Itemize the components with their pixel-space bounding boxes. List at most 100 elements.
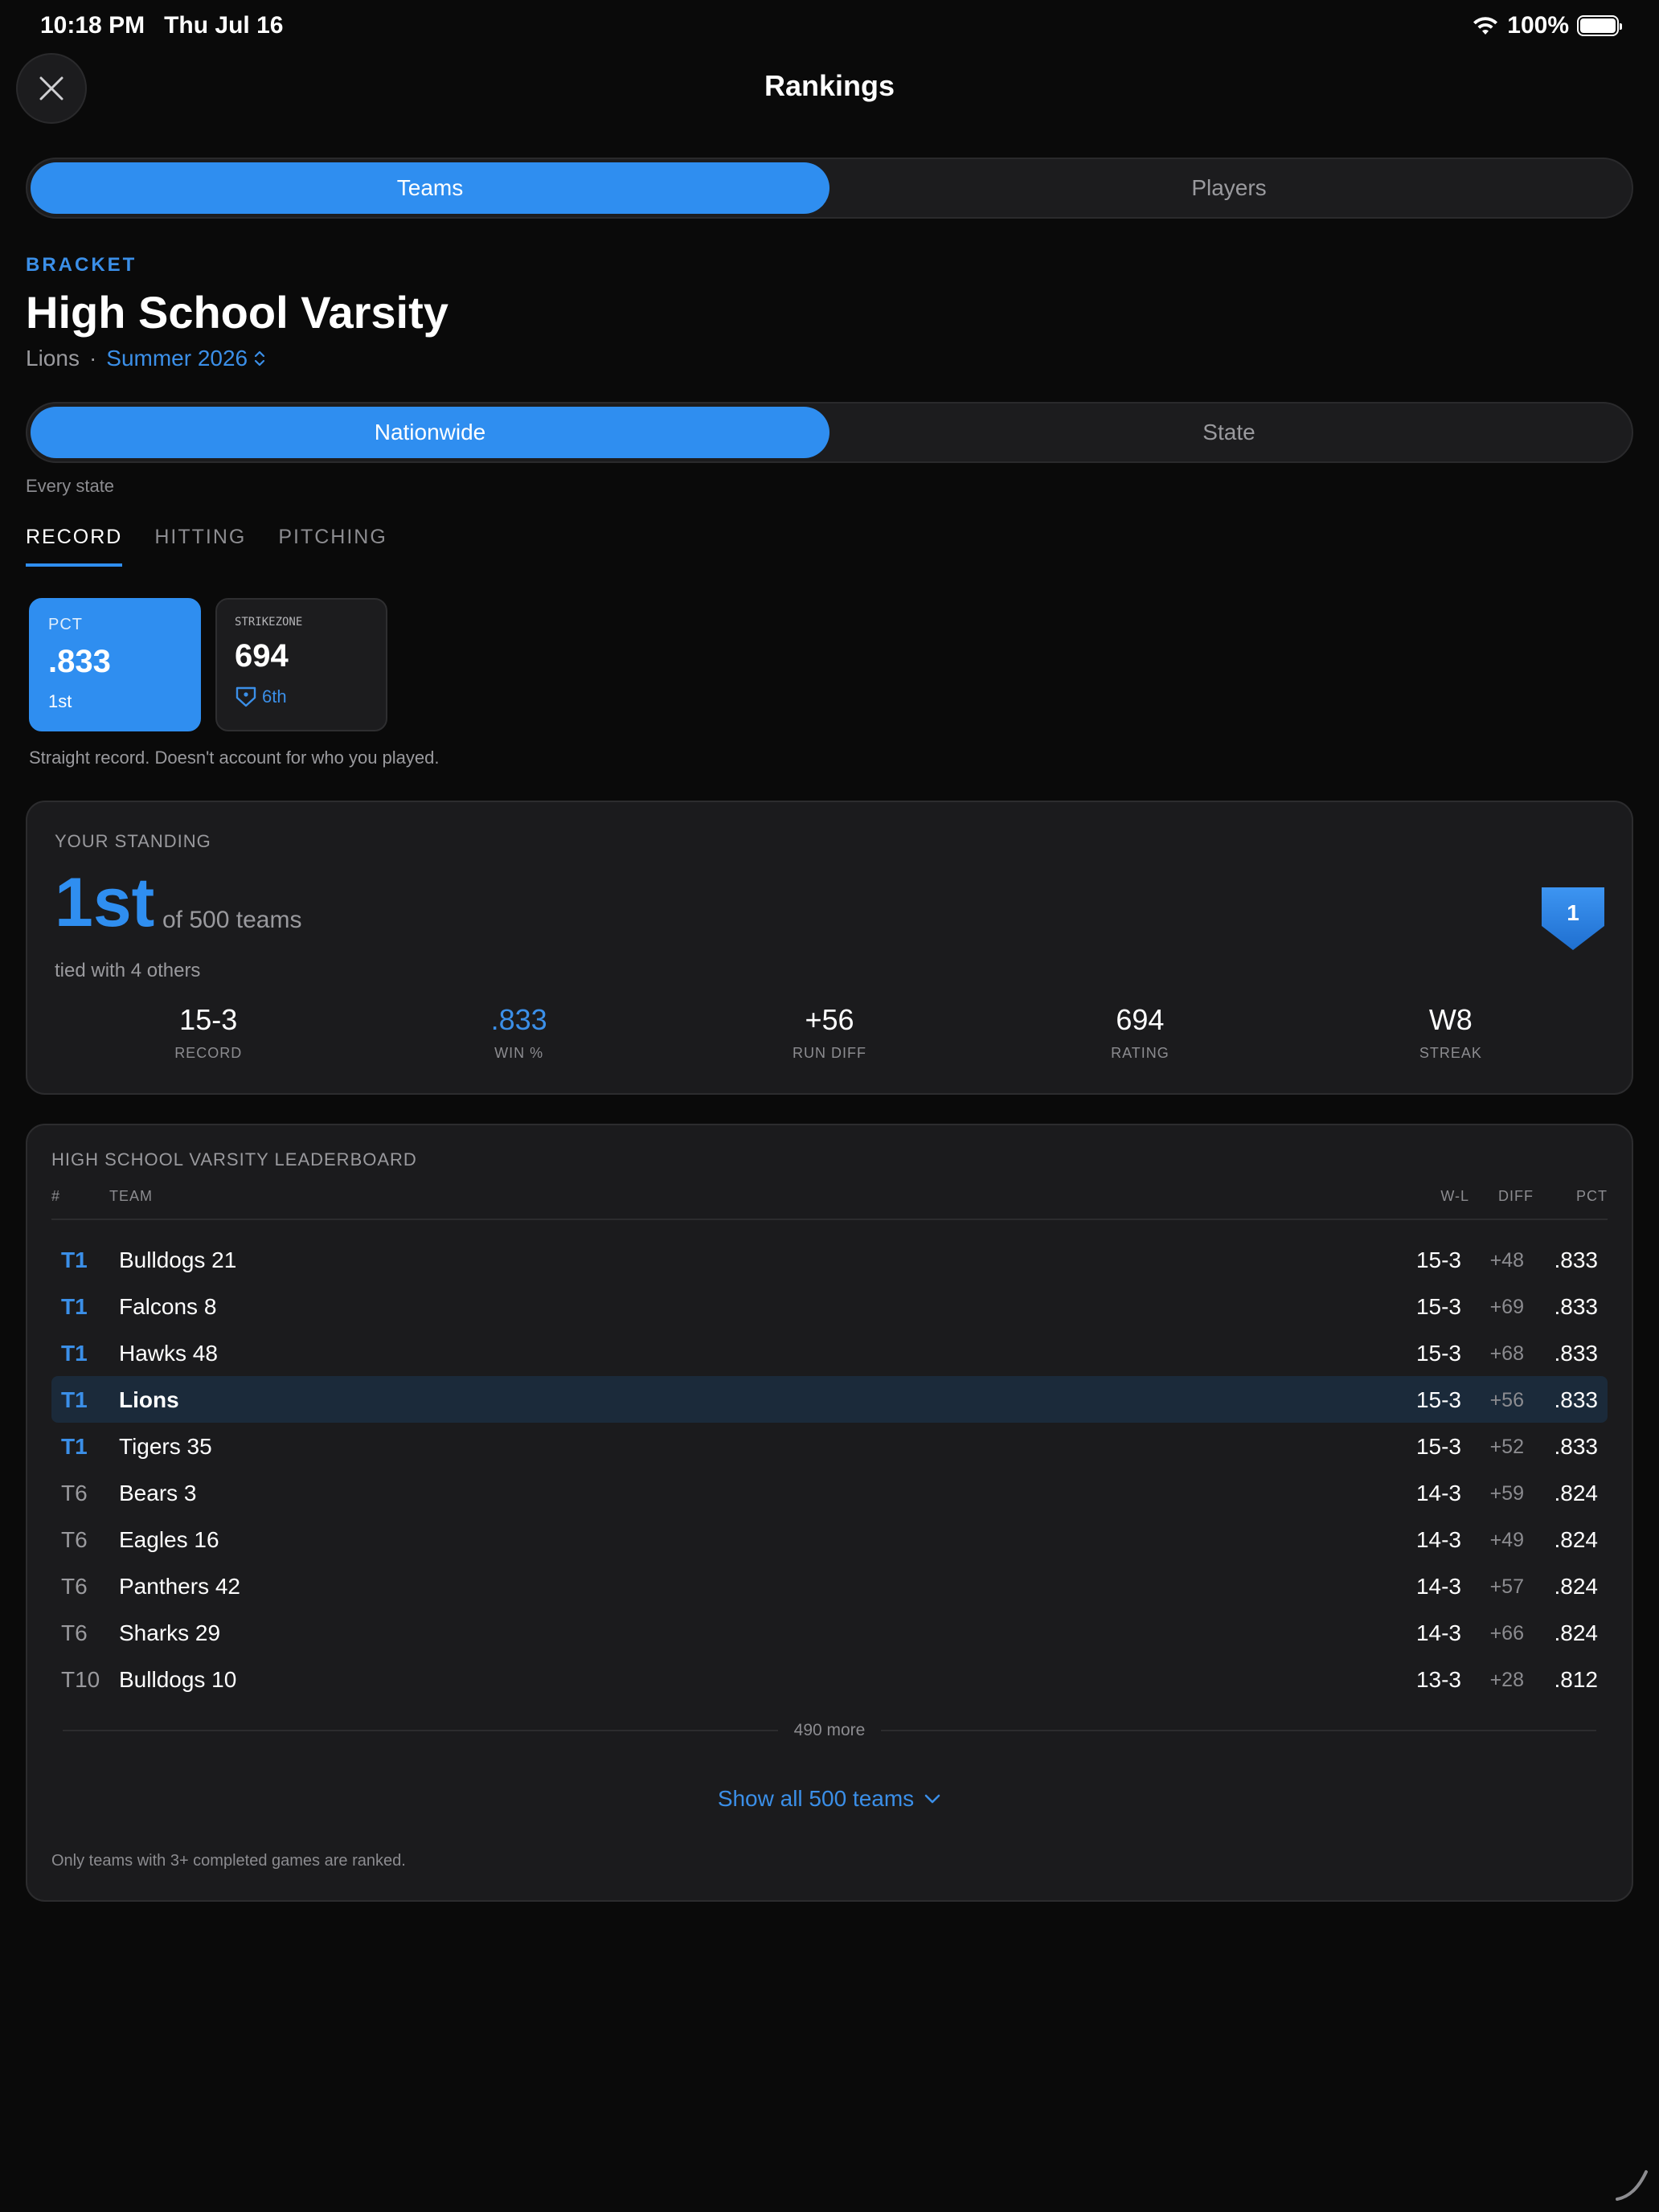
- stat-value: +56: [805, 1003, 854, 1036]
- table-row[interactable]: T6 Bears 3 14-3 +59 .824: [51, 1469, 1608, 1516]
- page-title: Rankings: [764, 69, 895, 102]
- row-rank: T1: [61, 1387, 88, 1412]
- show-all-button[interactable]: Show all 500 teams: [27, 1786, 1632, 1812]
- row-diff: +48: [1489, 1249, 1524, 1272]
- rank-badge-icon: 1: [1542, 887, 1604, 950]
- row-team: Sharks 29: [119, 1620, 221, 1645]
- column-wl: W-L: [1440, 1188, 1469, 1204]
- toggle-players[interactable]: Players: [830, 162, 1628, 214]
- row-wl: 15-3: [1415, 1434, 1461, 1459]
- leaderboard-header: # TEAM W-L DIFF PCT: [51, 1188, 1608, 1220]
- metric-cards: PCT .833 1st STRIKEZONE 694 6th: [29, 598, 387, 731]
- metric-card-pct[interactable]: PCT .833 1st: [29, 598, 201, 731]
- strikezone-logo-label: STRIKEZONE: [235, 616, 303, 629]
- leaderboard-title: HIGH SCHOOL VARSITY LEADERBOARD: [51, 1149, 417, 1169]
- row-wl: 13-3: [1415, 1667, 1461, 1692]
- stat-rating: 694 RATING: [985, 1003, 1295, 1062]
- row-diff: +49: [1489, 1529, 1524, 1551]
- row-diff: +57: [1489, 1575, 1524, 1598]
- toggle-nationwide[interactable]: Nationwide: [31, 407, 830, 458]
- row-team: Hawks 48: [119, 1341, 218, 1366]
- leaderboard-rows: T1 Bulldogs 21 15-3 +48 .833 T1 Falcons …: [51, 1236, 1608, 1702]
- table-row[interactable]: T6 Sharks 29 14-3 +66 .824: [51, 1609, 1608, 1656]
- leaderboard-note: Only teams with 3+ completed games are r…: [51, 1852, 406, 1870]
- row-team: Bulldogs 10: [119, 1667, 237, 1692]
- show-all-label: Show all 500 teams: [717, 1786, 915, 1811]
- standing-stats: 15-3 RECORD .833 WIN % +56 RUN DIFF 694 …: [27, 1003, 1632, 1062]
- table-row[interactable]: T6 Eagles 16 14-3 +49 .824: [51, 1516, 1608, 1563]
- header: Rankings: [0, 51, 1659, 124]
- stat-value: .833: [490, 1003, 547, 1036]
- table-row-current-team[interactable]: T1 Lions 15-3 +56 .833: [51, 1376, 1608, 1423]
- status-indicators: 100%: [1472, 12, 1622, 39]
- row-wl: 15-3: [1415, 1247, 1461, 1272]
- row-wl: 15-3: [1415, 1341, 1461, 1366]
- row-diff: +59: [1489, 1482, 1524, 1505]
- column-team: TEAM: [109, 1188, 154, 1204]
- stat-label: RUN DIFF: [793, 1045, 867, 1061]
- status-date: Thu Jul 16: [164, 12, 284, 39]
- row-pct: .824: [1554, 1527, 1599, 1552]
- row-pct: .824: [1554, 1481, 1599, 1505]
- column-diff: DIFF: [1498, 1188, 1534, 1204]
- row-team: Eagles 16: [119, 1527, 219, 1552]
- row-pct: .833: [1554, 1387, 1599, 1412]
- rank-badge-number: 1: [1567, 900, 1579, 925]
- more-divider: 490 more: [63, 1718, 1596, 1743]
- tab-pitching[interactable]: PITCHING: [278, 526, 387, 567]
- row-rank: T10: [61, 1667, 100, 1692]
- tab-hitting[interactable]: HITTING: [154, 526, 246, 567]
- row-diff: +68: [1489, 1342, 1524, 1365]
- row-rank: T6: [61, 1481, 88, 1505]
- row-diff: +52: [1489, 1436, 1524, 1458]
- metric-rank: 1st: [48, 691, 72, 711]
- battery-percent: 100%: [1507, 12, 1569, 39]
- table-row[interactable]: T10 Bulldogs 10 13-3 +28 .812: [51, 1656, 1608, 1702]
- row-rank: T6: [61, 1574, 88, 1599]
- season-selector[interactable]: Summer 2026: [106, 346, 265, 371]
- row-pct: .824: [1554, 1574, 1599, 1599]
- table-row[interactable]: T1 Hawks 48 15-3 +68 .833: [51, 1329, 1608, 1376]
- row-pct: .824: [1554, 1620, 1599, 1645]
- column-pct: PCT: [1576, 1188, 1608, 1204]
- table-row[interactable]: T1 Bulldogs 21 15-3 +48 .833: [51, 1236, 1608, 1283]
- team-name: Lions: [26, 346, 80, 371]
- battery-icon: [1577, 15, 1622, 36]
- bracket-label: BRACKET: [26, 254, 137, 276]
- wifi-icon: [1473, 17, 1498, 35]
- standing-panel: YOUR STANDING 1st of 500 teams tied with…: [26, 801, 1633, 1095]
- resize-handle-icon[interactable]: [1611, 2164, 1651, 2204]
- leaderboard-panel: HIGH SCHOOL VARSITY LEADERBOARD # TEAM W…: [26, 1124, 1633, 1902]
- row-team: Falcons 8: [119, 1294, 217, 1319]
- toggle-state[interactable]: State: [830, 407, 1628, 458]
- stat-streak: W8 STREAK: [1296, 1003, 1606, 1062]
- stat-win-pct: .833 WIN %: [363, 1003, 674, 1062]
- metric-card-strikezone[interactable]: STRIKEZONE 694 6th: [215, 598, 387, 731]
- metric-rank-text: 6th: [262, 686, 287, 707]
- standing-rank: 1st: [55, 864, 155, 941]
- table-row[interactable]: T1 Falcons 8 15-3 +69 .833: [51, 1283, 1608, 1329]
- row-wl: 15-3: [1415, 1387, 1461, 1412]
- row-diff: +69: [1489, 1296, 1524, 1318]
- season-label: Summer 2026: [106, 346, 248, 371]
- stat-record: 15-3 RECORD: [53, 1003, 363, 1062]
- row-wl: 14-3: [1415, 1481, 1461, 1505]
- row-rank: T1: [61, 1341, 88, 1366]
- toggle-teams[interactable]: Teams: [31, 162, 830, 214]
- stat-label: STREAK: [1419, 1045, 1482, 1061]
- row-pct: .833: [1554, 1341, 1599, 1366]
- metric-value: 694: [235, 638, 289, 674]
- row-team: Bulldogs 21: [119, 1247, 237, 1272]
- table-row[interactable]: T6 Panthers 42 14-3 +57 .824: [51, 1563, 1608, 1609]
- stat-label: RECORD: [174, 1045, 243, 1061]
- stat-value: 694: [1116, 1003, 1165, 1036]
- row-wl: 15-3: [1415, 1294, 1461, 1319]
- table-row[interactable]: T1 Tigers 35 15-3 +52 .833: [51, 1423, 1608, 1469]
- stat-label: WIN %: [494, 1045, 544, 1061]
- row-diff: +56: [1489, 1389, 1524, 1411]
- type-toggle: Teams Players: [26, 158, 1633, 219]
- row-rank: T6: [61, 1620, 88, 1645]
- tab-record[interactable]: RECORD: [26, 526, 123, 567]
- bracket-title: High School Varsity: [26, 287, 449, 338]
- row-pct: .812: [1554, 1667, 1599, 1692]
